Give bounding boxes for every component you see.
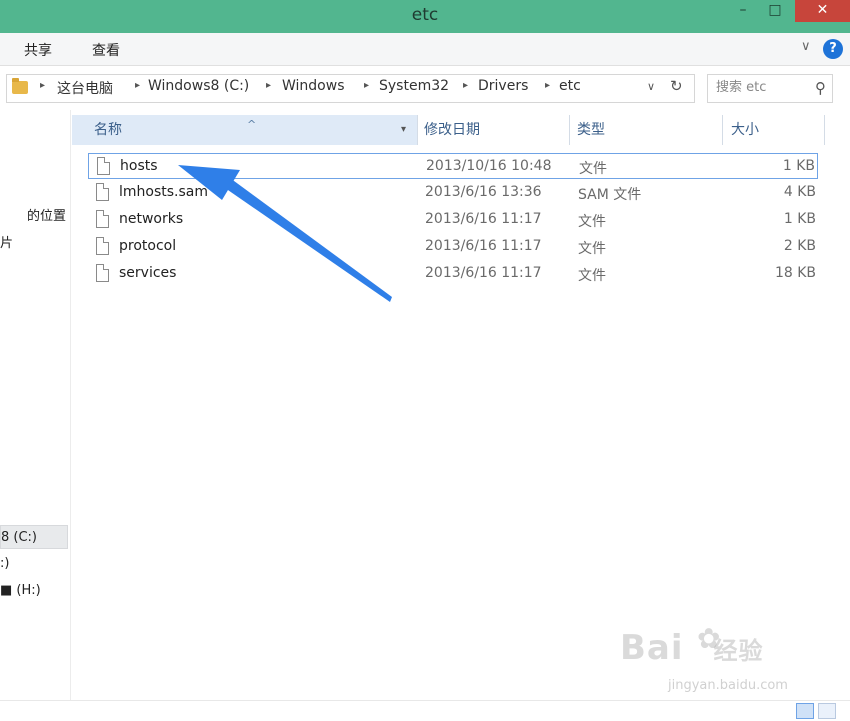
large-icons-view-icon[interactable] — [818, 703, 836, 719]
arrow-shaft — [225, 178, 392, 302]
status-bar — [0, 700, 850, 721]
annotation-arrow-icon — [178, 165, 392, 302]
watermark-brand: Bai — [620, 628, 684, 668]
watermark-suffix: 经验 — [713, 637, 764, 665]
arrow-head — [178, 165, 240, 200]
details-view-icon[interactable] — [796, 703, 814, 719]
watermark-url: jingyan.baidu.com — [668, 678, 788, 693]
watermark-logo: Bai 经验 — [620, 628, 764, 668]
